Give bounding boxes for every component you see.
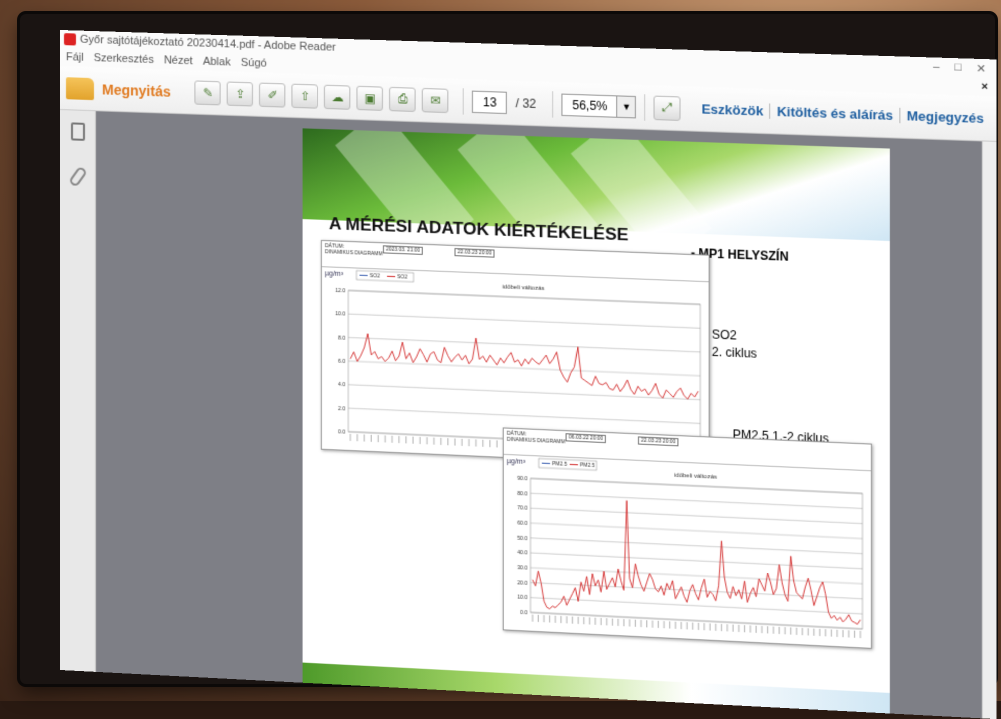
comment-link[interactable]: Megjegyzés bbox=[900, 108, 990, 126]
document-area: A MÉRÉSI ADATOK KIÉRTÉKELÉSE - MP1 HELYS… bbox=[60, 110, 997, 719]
navigation-pane bbox=[60, 110, 96, 672]
y-tick-label: 20.0 bbox=[517, 580, 527, 587]
chart-title: időbeli változás bbox=[502, 284, 544, 292]
export-pdf-icon[interactable]: ⇪ bbox=[227, 81, 253, 106]
zoom-input[interactable]: 56,5% bbox=[562, 93, 618, 117]
share-folder-icon[interactable]: ⇧ bbox=[292, 83, 318, 108]
cloud-upload-icon[interactable]: ☁ bbox=[324, 84, 350, 109]
document-viewer[interactable]: A MÉRÉSI ADATOK KIÉRTÉKELÉSE - MP1 HELYS… bbox=[96, 111, 997, 719]
so2-cycle: 2. ciklus bbox=[712, 344, 757, 363]
minimize-button[interactable]: – bbox=[933, 60, 939, 74]
so2-label: SO2 bbox=[712, 326, 757, 345]
chart-start-date: 06.03.22 20:00 bbox=[566, 433, 607, 443]
email-icon[interactable]: ✉ bbox=[422, 87, 449, 112]
menu-file[interactable]: Fájl bbox=[66, 51, 84, 64]
tools-link[interactable]: Eszközök bbox=[695, 101, 770, 119]
y-tick-label: 70.0 bbox=[517, 506, 527, 513]
y-tick-label: 6.0 bbox=[338, 359, 345, 365]
fit-page-icon[interactable]: ⤢ bbox=[654, 95, 681, 120]
menu-window[interactable]: Ablak bbox=[203, 56, 231, 69]
page-number-input[interactable]: 13 bbox=[472, 90, 507, 113]
plot-area bbox=[348, 290, 700, 447]
fill-sign-link[interactable]: Kitöltés és aláírás bbox=[771, 104, 901, 124]
toolbar-separator bbox=[645, 94, 646, 121]
zoom-dropdown-button[interactable]: ▼ bbox=[618, 95, 637, 118]
page-total: / 32 bbox=[516, 96, 537, 111]
close-document-button[interactable]: × bbox=[981, 81, 996, 94]
window-controls: – □ ✕ bbox=[933, 60, 997, 75]
legend-label: PM2.5 bbox=[552, 462, 567, 469]
legend-label: PM2.5 bbox=[580, 463, 595, 470]
reader-window: Győr sajtótájékoztató 20230414.pdf - Ado… bbox=[60, 30, 997, 719]
chart-start-date: 2023.03. 21:00 bbox=[383, 245, 423, 255]
chart-end-date: 22.03.23 20:00 bbox=[638, 436, 679, 446]
save-icon[interactable]: ▣ bbox=[357, 85, 383, 110]
legend-label: SO2 bbox=[370, 274, 380, 280]
right-panel-links: Eszközök Kitöltés és aláírás Megjegyzés bbox=[695, 101, 996, 126]
maximize-button[interactable]: □ bbox=[954, 61, 961, 75]
vertical-scrollbar[interactable] bbox=[982, 141, 997, 719]
pages-icon[interactable] bbox=[70, 122, 84, 140]
open-button[interactable]: Megnyitás bbox=[102, 81, 171, 99]
pdf-page: A MÉRÉSI ADATOK KIÉRTÉKELÉSE - MP1 HELYS… bbox=[303, 128, 890, 719]
y-tick-label: 60.0 bbox=[517, 520, 527, 527]
y-tick-label: 30.0 bbox=[517, 565, 527, 572]
y-tick-label: 40.0 bbox=[517, 550, 527, 557]
pm25-chart: DÁTUM: DINAMIKUS DIAGRAMM 06.03.22 20:00… bbox=[503, 427, 872, 649]
attachment-icon[interactable] bbox=[68, 166, 88, 188]
y-axis-unit-label: µg/m³ bbox=[507, 458, 526, 466]
pm25-plot: µg/m³ PM2.5 PM2.5 időbeli változás 90.0 80.0 7… bbox=[504, 455, 871, 648]
menu-view[interactable]: Nézet bbox=[164, 54, 193, 67]
so2-cycle-label: SO2 2. ciklus bbox=[712, 326, 757, 363]
pdf-app-icon bbox=[64, 33, 76, 45]
y-tick-label: 12.0 bbox=[335, 288, 345, 294]
edit-icon[interactable]: ✐ bbox=[259, 82, 285, 107]
y-tick-label: 0.0 bbox=[520, 610, 527, 616]
y-tick-label: 0.0 bbox=[338, 429, 345, 435]
folder-icon[interactable] bbox=[66, 77, 94, 100]
y-tick-label: 4.0 bbox=[338, 382, 345, 388]
y-tick-label: 10.0 bbox=[517, 595, 527, 602]
toolbar-separator bbox=[553, 91, 554, 117]
chart-title: időbeli változás bbox=[674, 473, 717, 481]
y-tick-label: 50.0 bbox=[517, 535, 527, 542]
print-icon[interactable]: ⎙ bbox=[390, 86, 417, 111]
y-axis-unit-label: µg/m³ bbox=[325, 270, 344, 278]
chart-end-date: 22.03.23 20:00 bbox=[454, 248, 494, 258]
menu-help[interactable]: Súgó bbox=[241, 57, 267, 70]
legend-label: SO2 bbox=[397, 275, 407, 281]
create-pdf-icon[interactable]: ✎ bbox=[195, 80, 221, 105]
y-tick-label: 10.0 bbox=[335, 311, 345, 317]
toolbar-separator bbox=[463, 88, 464, 114]
y-tick-label: 8.0 bbox=[338, 335, 345, 341]
y-tick-label: 90.0 bbox=[517, 476, 527, 483]
menu-edit[interactable]: Szerkesztés bbox=[94, 52, 154, 66]
close-button[interactable]: ✕ bbox=[976, 61, 986, 75]
y-tick-label: 80.0 bbox=[517, 491, 527, 498]
y-tick-label: 2.0 bbox=[338, 406, 345, 412]
